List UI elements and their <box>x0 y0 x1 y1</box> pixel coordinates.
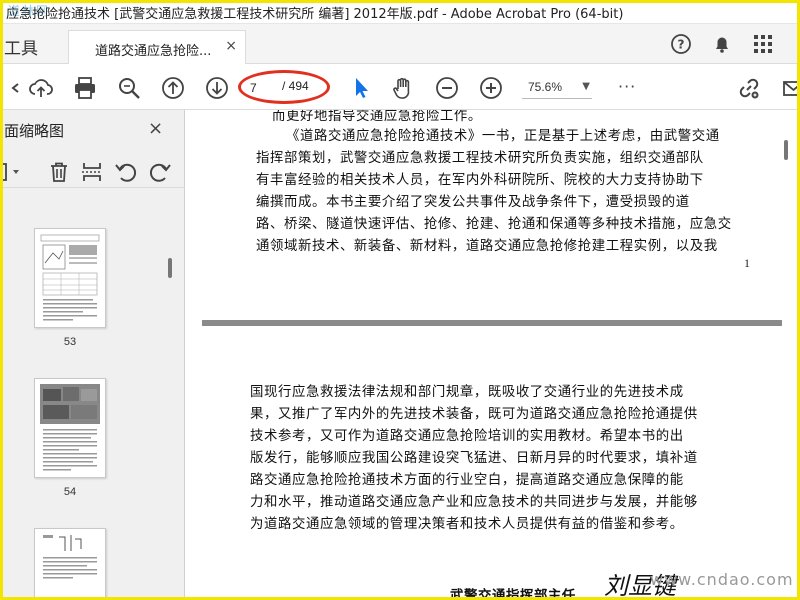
tab-document-label: 道路交通应急抢险... <box>95 44 212 59</box>
text-line: 《道路交通应急抢险抢通技术》一书，正是基于上述考虑，由武警交通 <box>286 129 720 144</box>
text-line: 果，又推广了军内外的先进技术装备，既可为道路交通应急抢险抢通提供 <box>250 407 698 422</box>
chevron-down-icon: ▼ <box>582 81 590 92</box>
title-bar: 道林网 应急抢险抢通技术 [武警交通应急救援工程技术研究所 编著] 2012年版… <box>0 0 800 24</box>
text-line: 国现行应急救援法律法规和部门规章，既吸收了交通行业的先进技术成 <box>250 385 684 400</box>
svg-text:?: ? <box>678 38 685 52</box>
thumbnails-panel: 面缩略图 × 53 54 <box>0 110 185 600</box>
zoom-out-icon[interactable] <box>434 75 460 101</box>
window-title: 应急抢险抢通技术 [武警交通应急救援工程技术研究所 编著] 2012年版.pdf… <box>6 7 624 22</box>
text-line: 指挥部策划，武警交通应急救援工程技术研究所负责实施，组织交通部队 <box>256 151 704 166</box>
panel-title: 面缩略图 <box>4 122 65 140</box>
tab-close-icon[interactable]: × <box>225 38 237 54</box>
zoom-level-value: 75.6% <box>528 80 563 94</box>
text-line: 为道路交通应急领域的管理决策者和技术人员提供有益的借鉴和参考。 <box>250 517 684 532</box>
zoom-in-icon[interactable] <box>478 75 504 101</box>
rotate-left-icon[interactable] <box>114 160 138 184</box>
text-line: 有丰富经验的相关技术人员，在军内外科研院所、院校的大力支持协助下 <box>256 173 704 188</box>
options-dropdown-icon[interactable] <box>0 160 24 184</box>
insert-page-icon[interactable] <box>80 160 104 184</box>
select-cursor-icon[interactable] <box>348 75 374 101</box>
page-thumbnail-54[interactable] <box>34 378 106 478</box>
thumbnail-scrollbar[interactable] <box>168 258 172 278</box>
print-icon[interactable] <box>72 75 98 101</box>
document-view: 而更好地指导交通应急抢险工作。 《道路交通应急抢险抢通技术》一书，正是基于上述考… <box>186 110 800 600</box>
site-watermark: www.cndao.com <box>650 570 794 589</box>
delete-trash-icon[interactable] <box>47 160 71 184</box>
tab-tools[interactable]: 工具 <box>4 34 38 59</box>
panel-close-icon[interactable]: × <box>148 118 163 139</box>
text-line: 路、桥梁、隧道快速评估、抢修、抢建、抢通和保通等多种技术措施，应急交 <box>256 217 732 232</box>
text-line: 力和水平，推动道路交通应急产业和应急技术的共同进步与发展，并能够 <box>250 495 698 510</box>
previous-tool-caret-icon[interactable] <box>2 75 19 101</box>
pdf-page-lower: 国现行应急救援法律法规和部门规章，既吸收了交通行业的先进技术成 果，又推广了军内… <box>202 326 782 600</box>
thumbnail-toolbar <box>0 154 185 188</box>
text-line: 而更好地指导交通应急抢险工作。 <box>272 110 482 124</box>
text-line: 技术参考，又可作为道路交通应急抢险培训的实用教材。希望本书的出 <box>250 429 684 444</box>
signature-title: 武警交通指挥部主任 <box>450 588 576 600</box>
page-total-label: / 494 <box>282 79 309 93</box>
pdf-page-upper: 而更好地指导交通应急抢险工作。 《道路交通应急抢险抢通技术》一书，正是基于上述考… <box>202 110 782 320</box>
tab-document[interactable]: 道路交通应急抢险... × <box>68 30 246 64</box>
page-thumbnail-53[interactable] <box>34 228 106 328</box>
rotate-right-icon[interactable] <box>148 160 172 184</box>
page-number-input[interactable] <box>250 79 278 97</box>
email-icon[interactable] <box>780 75 800 101</box>
thumbnail-label-54: 54 <box>63 486 77 498</box>
thumbnail-list: 53 54 <box>0 188 185 600</box>
more-tools-icon[interactable]: ··· <box>618 77 636 96</box>
zoom-level-select[interactable]: 75.6% ▼ <box>522 77 592 99</box>
cloud-upload-icon[interactable] <box>28 75 54 101</box>
document-scrollbar[interactable] <box>784 140 788 160</box>
thumbnail-label-53: 53 <box>63 336 77 348</box>
search-zoom-icon[interactable] <box>116 75 142 101</box>
notification-bell-icon[interactable] <box>711 33 733 59</box>
tab-bar: 工具 道路交通应急抢险... × ? <box>0 24 800 64</box>
main-toolbar: / 494 75.6% ▼ ··· <box>0 65 800 110</box>
page-down-icon[interactable] <box>204 75 230 101</box>
hand-tool-icon[interactable] <box>390 75 416 101</box>
text-line: 路交通应急抢险抢通技术方面的行业空白，提高道路交通应急保障的能 <box>250 473 684 488</box>
text-line: 版发行，能够顺应我国公路建设突飞猛进、日新月异的时代要求，填补道 <box>250 451 698 466</box>
page-thumbnail-next[interactable] <box>34 528 106 600</box>
share-link-icon[interactable] <box>736 75 762 101</box>
page-number-label: 1 <box>744 256 750 270</box>
page-up-icon[interactable] <box>160 75 186 101</box>
help-icon[interactable]: ? <box>670 33 692 59</box>
text-line: 编撰而成。本书主要介绍了突发公共事件及战争条件下，遭受损毁的道 <box>256 195 690 210</box>
apps-grid-icon[interactable] <box>752 33 774 59</box>
text-line: 通领域新技术、新装备、新材料，道路交通应急抢修抢建工程实例，以及我 <box>256 239 718 254</box>
